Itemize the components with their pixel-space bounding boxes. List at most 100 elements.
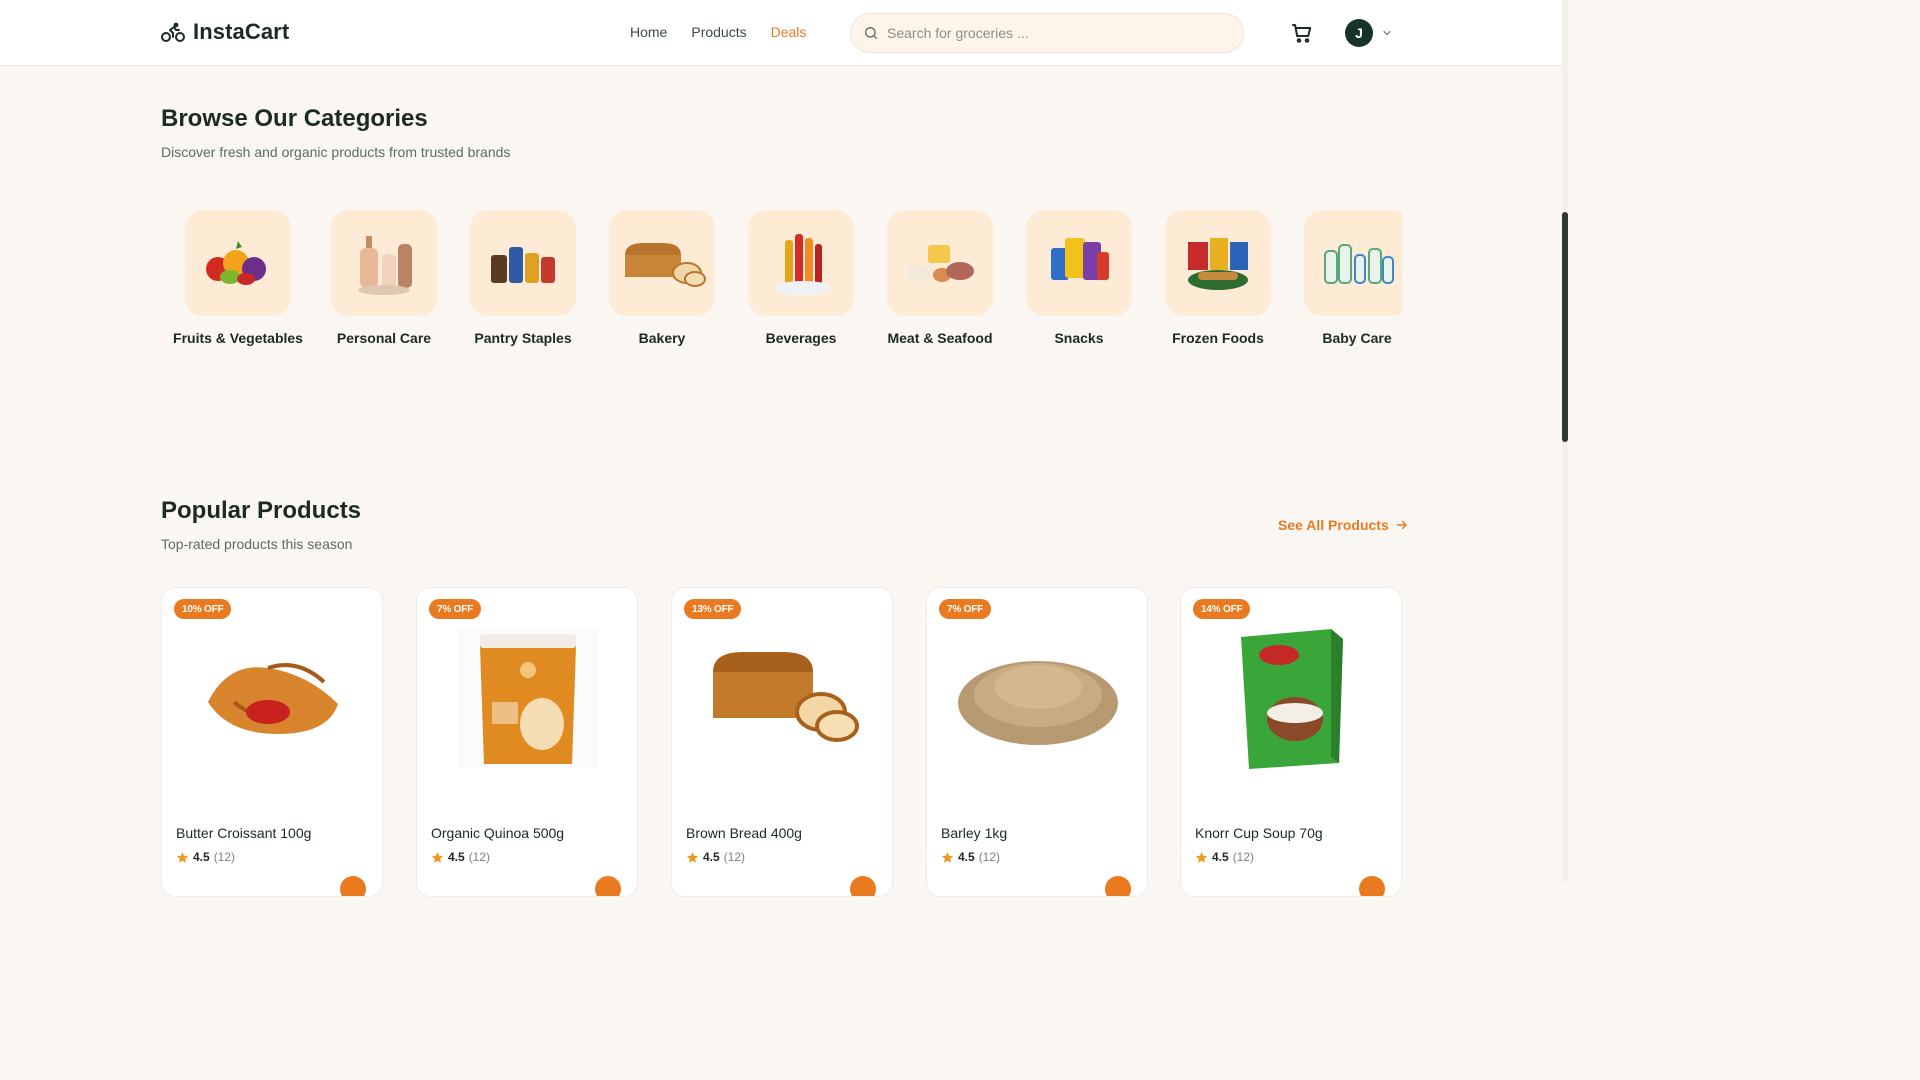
category-bakery[interactable]: Bakery [592,210,732,346]
product-name: Barley 1kg [941,825,1008,841]
nav-products[interactable]: Products [691,24,746,40]
category-image [1304,210,1402,316]
rating-count: (12) [468,850,491,864]
add-to-cart-button[interactable] [340,876,366,896]
product-rating: 4.5 (12) [431,850,490,864]
add-to-cart-button[interactable] [595,876,621,896]
category-image [748,210,854,316]
rating-value: 4.5 [958,850,975,864]
chevron-down-icon[interactable] [1381,27,1393,39]
product-rating: 4.5 (12) [176,850,235,864]
product-image [692,618,874,778]
category-beverages[interactable]: Beverages [731,210,871,346]
brand-name: InstaCart [193,19,290,44]
discount-badge: 14% OFF [1193,599,1251,619]
product-image [182,618,364,778]
star-icon [176,851,189,863]
knorr-box-image [1241,629,1343,769]
product-image [437,618,619,778]
product-name: Butter Croissant 100g [176,825,312,841]
add-to-cart-button[interactable] [1359,876,1385,896]
brand-logo[interactable]: InstaCart [161,19,289,45]
product-rating: 4.5 (12) [1195,850,1254,864]
croissant-image [208,663,338,734]
rating-value: 4.5 [703,850,720,864]
category-label: Meat & Seafood [887,330,993,346]
popular-title: Popular Products [161,497,362,524]
discount-badge: 10% OFF [174,599,232,619]
product-name: Organic Quinoa 500g [431,825,565,841]
category-label: Pantry Staples [474,330,572,346]
category-image [1026,210,1132,316]
search-icon [865,27,877,39]
rating-value: 4.5 [448,850,465,864]
fruits-vegetables-icon [206,241,266,285]
add-to-cart-button[interactable] [1105,876,1131,896]
bicycle-logo-icon [161,22,185,42]
rating-count: (12) [1232,850,1255,864]
barley-grains-image [958,661,1118,745]
bread-icon [625,243,706,287]
cart-icon[interactable] [1290,21,1314,45]
rating-count: (12) [723,850,746,864]
category-label: Snacks [1054,330,1104,346]
personal-care-icon [358,236,412,295]
nav-home[interactable]: Home [630,24,667,40]
product-card-barley[interactable]: 7% OFF Barley 1kg 4.5 (12) [926,587,1148,897]
category-image [1165,210,1271,316]
rating-count: (12) [978,850,1001,864]
category-image [470,210,576,316]
category-frozen-foods[interactable]: Frozen Foods [1148,210,1288,346]
product-image [947,618,1129,778]
add-to-cart-button[interactable] [850,876,876,896]
category-image [609,210,715,316]
scrollbar-thumb[interactable] [1562,212,1568,442]
discount-badge: 7% OFF [429,599,482,619]
star-icon [1195,851,1208,863]
category-baby-care[interactable]: Baby Care [1287,210,1402,346]
pantry-staples-icon [491,247,555,283]
frozen-foods-icon [1188,238,1248,290]
category-label: Frozen Foods [1172,330,1264,346]
discount-badge: 13% OFF [684,599,742,619]
rating-value: 4.5 [1212,850,1229,864]
category-snacks[interactable]: Snacks [1009,210,1149,346]
beverages-icon [775,234,831,295]
discount-badge: 7% OFF [939,599,992,619]
product-card-knorr-cup-soup[interactable]: 14% OFF Knorr Cup Soup 70g 4.5 (12) [1180,587,1402,897]
baby-care-icon [1324,244,1394,284]
category-image [887,210,993,316]
category-meat-seafood[interactable]: Meat & Seafood [870,210,1010,346]
popular-subtitle: Top-rated products this season [161,536,353,552]
product-name: Knorr Cup Soup 70g [1195,825,1323,841]
category-label: Beverages [765,330,837,346]
category-carousel: Fruits & Vegetables Personal Care Pantry… [161,210,1402,360]
category-image [185,210,291,316]
star-icon [686,851,699,863]
star-icon [431,851,444,863]
search-bar[interactable] [850,13,1244,53]
category-label: Bakery [638,330,686,346]
brown-bread-image [713,652,859,742]
category-label: Personal Care [336,330,432,346]
category-pantry-staples[interactable]: Pantry Staples [453,210,593,346]
top-navbar: InstaCart Home Products Deals J [0,0,1562,66]
main-nav: Home Products Deals [630,24,806,40]
avatar[interactable]: J [1345,19,1373,47]
quinoa-pack-image [458,628,598,768]
nav-deals[interactable]: Deals [771,24,807,40]
rating-count: (12) [213,850,236,864]
star-icon [941,851,954,863]
product-rating: 4.5 (12) [941,850,1000,864]
search-input[interactable] [887,25,1217,41]
category-personal-care[interactable]: Personal Care [314,210,454,346]
product-card-brown-bread[interactable]: 13% OFF Brown Bread 400g 4.5 (12) [671,587,893,897]
see-all-products-link[interactable]: See All Products [1278,517,1409,533]
product-card-butter-croissant[interactable]: 10% OFF Butter Croissant 100g 4.5 (12) [161,587,383,897]
product-card-organic-quinoa[interactable]: 7% OFF Organic Quinoa 500g 4.5 (12) [416,587,638,897]
product-image [1201,618,1383,778]
category-image [331,210,437,316]
category-label: Fruits & Vegetables [173,330,303,346]
product-rating: 4.5 (12) [686,850,745,864]
category-fruits-vegetables[interactable]: Fruits & Vegetables [168,210,308,346]
